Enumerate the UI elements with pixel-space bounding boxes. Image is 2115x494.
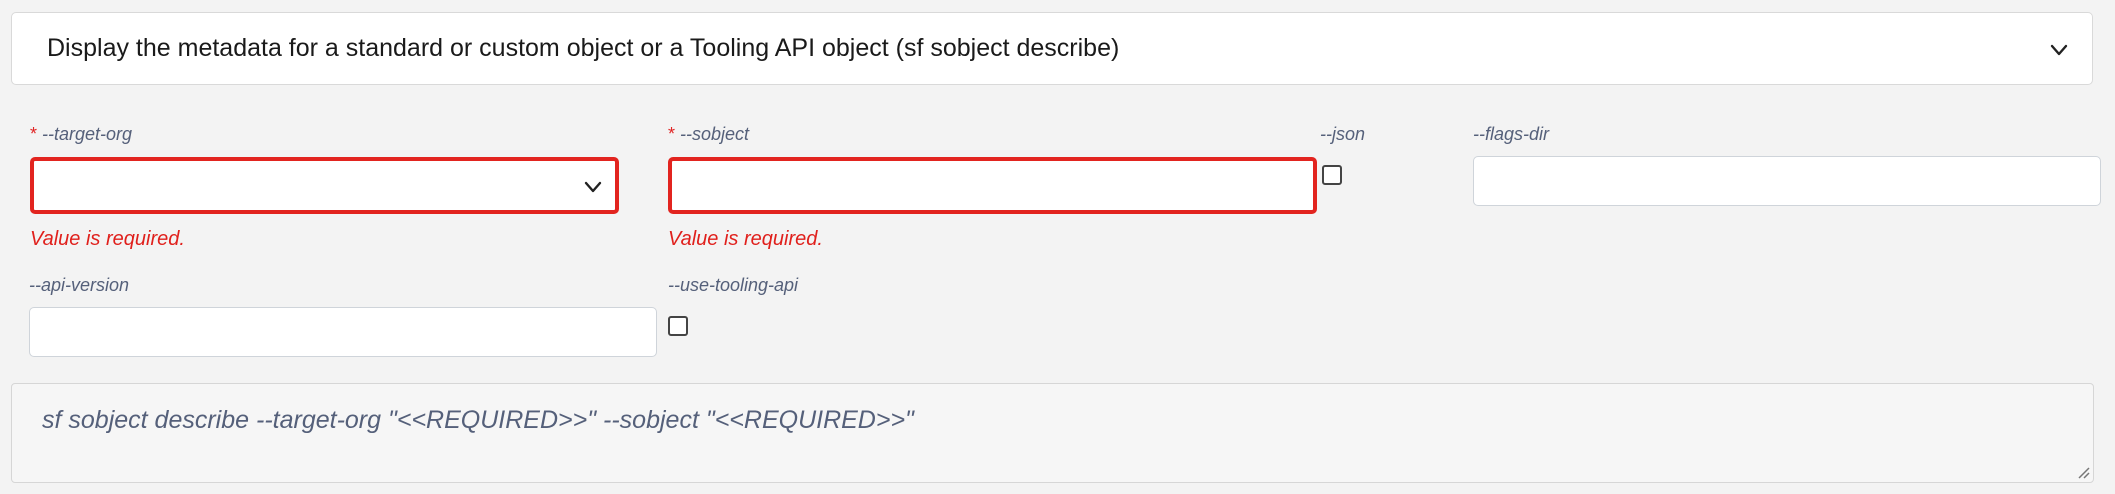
sobject-label-text: --sobject xyxy=(680,124,750,144)
command-preview[interactable]: sf sobject describe --target-org "<<REQU… xyxy=(11,383,2094,483)
flags-dir-text-field[interactable] xyxy=(1474,157,2100,205)
use-tooling-api-checkbox[interactable] xyxy=(668,316,688,336)
sobject-text-field[interactable] xyxy=(672,161,1313,210)
json-checkbox[interactable] xyxy=(1322,165,1342,185)
sobject-input[interactable] xyxy=(668,157,1317,214)
resize-handle-icon[interactable] xyxy=(2076,465,2090,479)
target-org-error: Value is required. xyxy=(30,228,185,250)
api-version-input[interactable] xyxy=(29,307,657,357)
json-label: --json xyxy=(1320,124,1366,144)
target-org-label-text: --target-org xyxy=(42,124,133,144)
api-version-text-field[interactable] xyxy=(30,308,656,356)
command-preview-text: sf sobject describe --target-org "<<REQU… xyxy=(42,406,914,434)
use-tooling-api-label: --use-tooling-api xyxy=(668,275,799,295)
chevron-down-icon xyxy=(584,181,602,193)
api-version-label: --api-version xyxy=(29,275,130,295)
command-select-value: Display the metadata for a standard or c… xyxy=(47,34,1120,62)
command-builder: Display the metadata for a standard or c… xyxy=(0,0,2115,494)
flags-dir-input[interactable] xyxy=(1473,156,2101,206)
sobject-label: * --sobject xyxy=(668,124,749,145)
command-select[interactable]: Display the metadata for a standard or c… xyxy=(11,12,2093,85)
target-org-label: * --target-org xyxy=(30,124,132,145)
required-marker: * xyxy=(668,124,676,144)
sobject-error: Value is required. xyxy=(668,228,823,250)
required-marker: * xyxy=(30,124,38,144)
target-org-select[interactable] xyxy=(30,157,619,214)
flags-dir-label: --flags-dir xyxy=(1473,124,1550,144)
chevron-down-icon xyxy=(2050,44,2068,56)
